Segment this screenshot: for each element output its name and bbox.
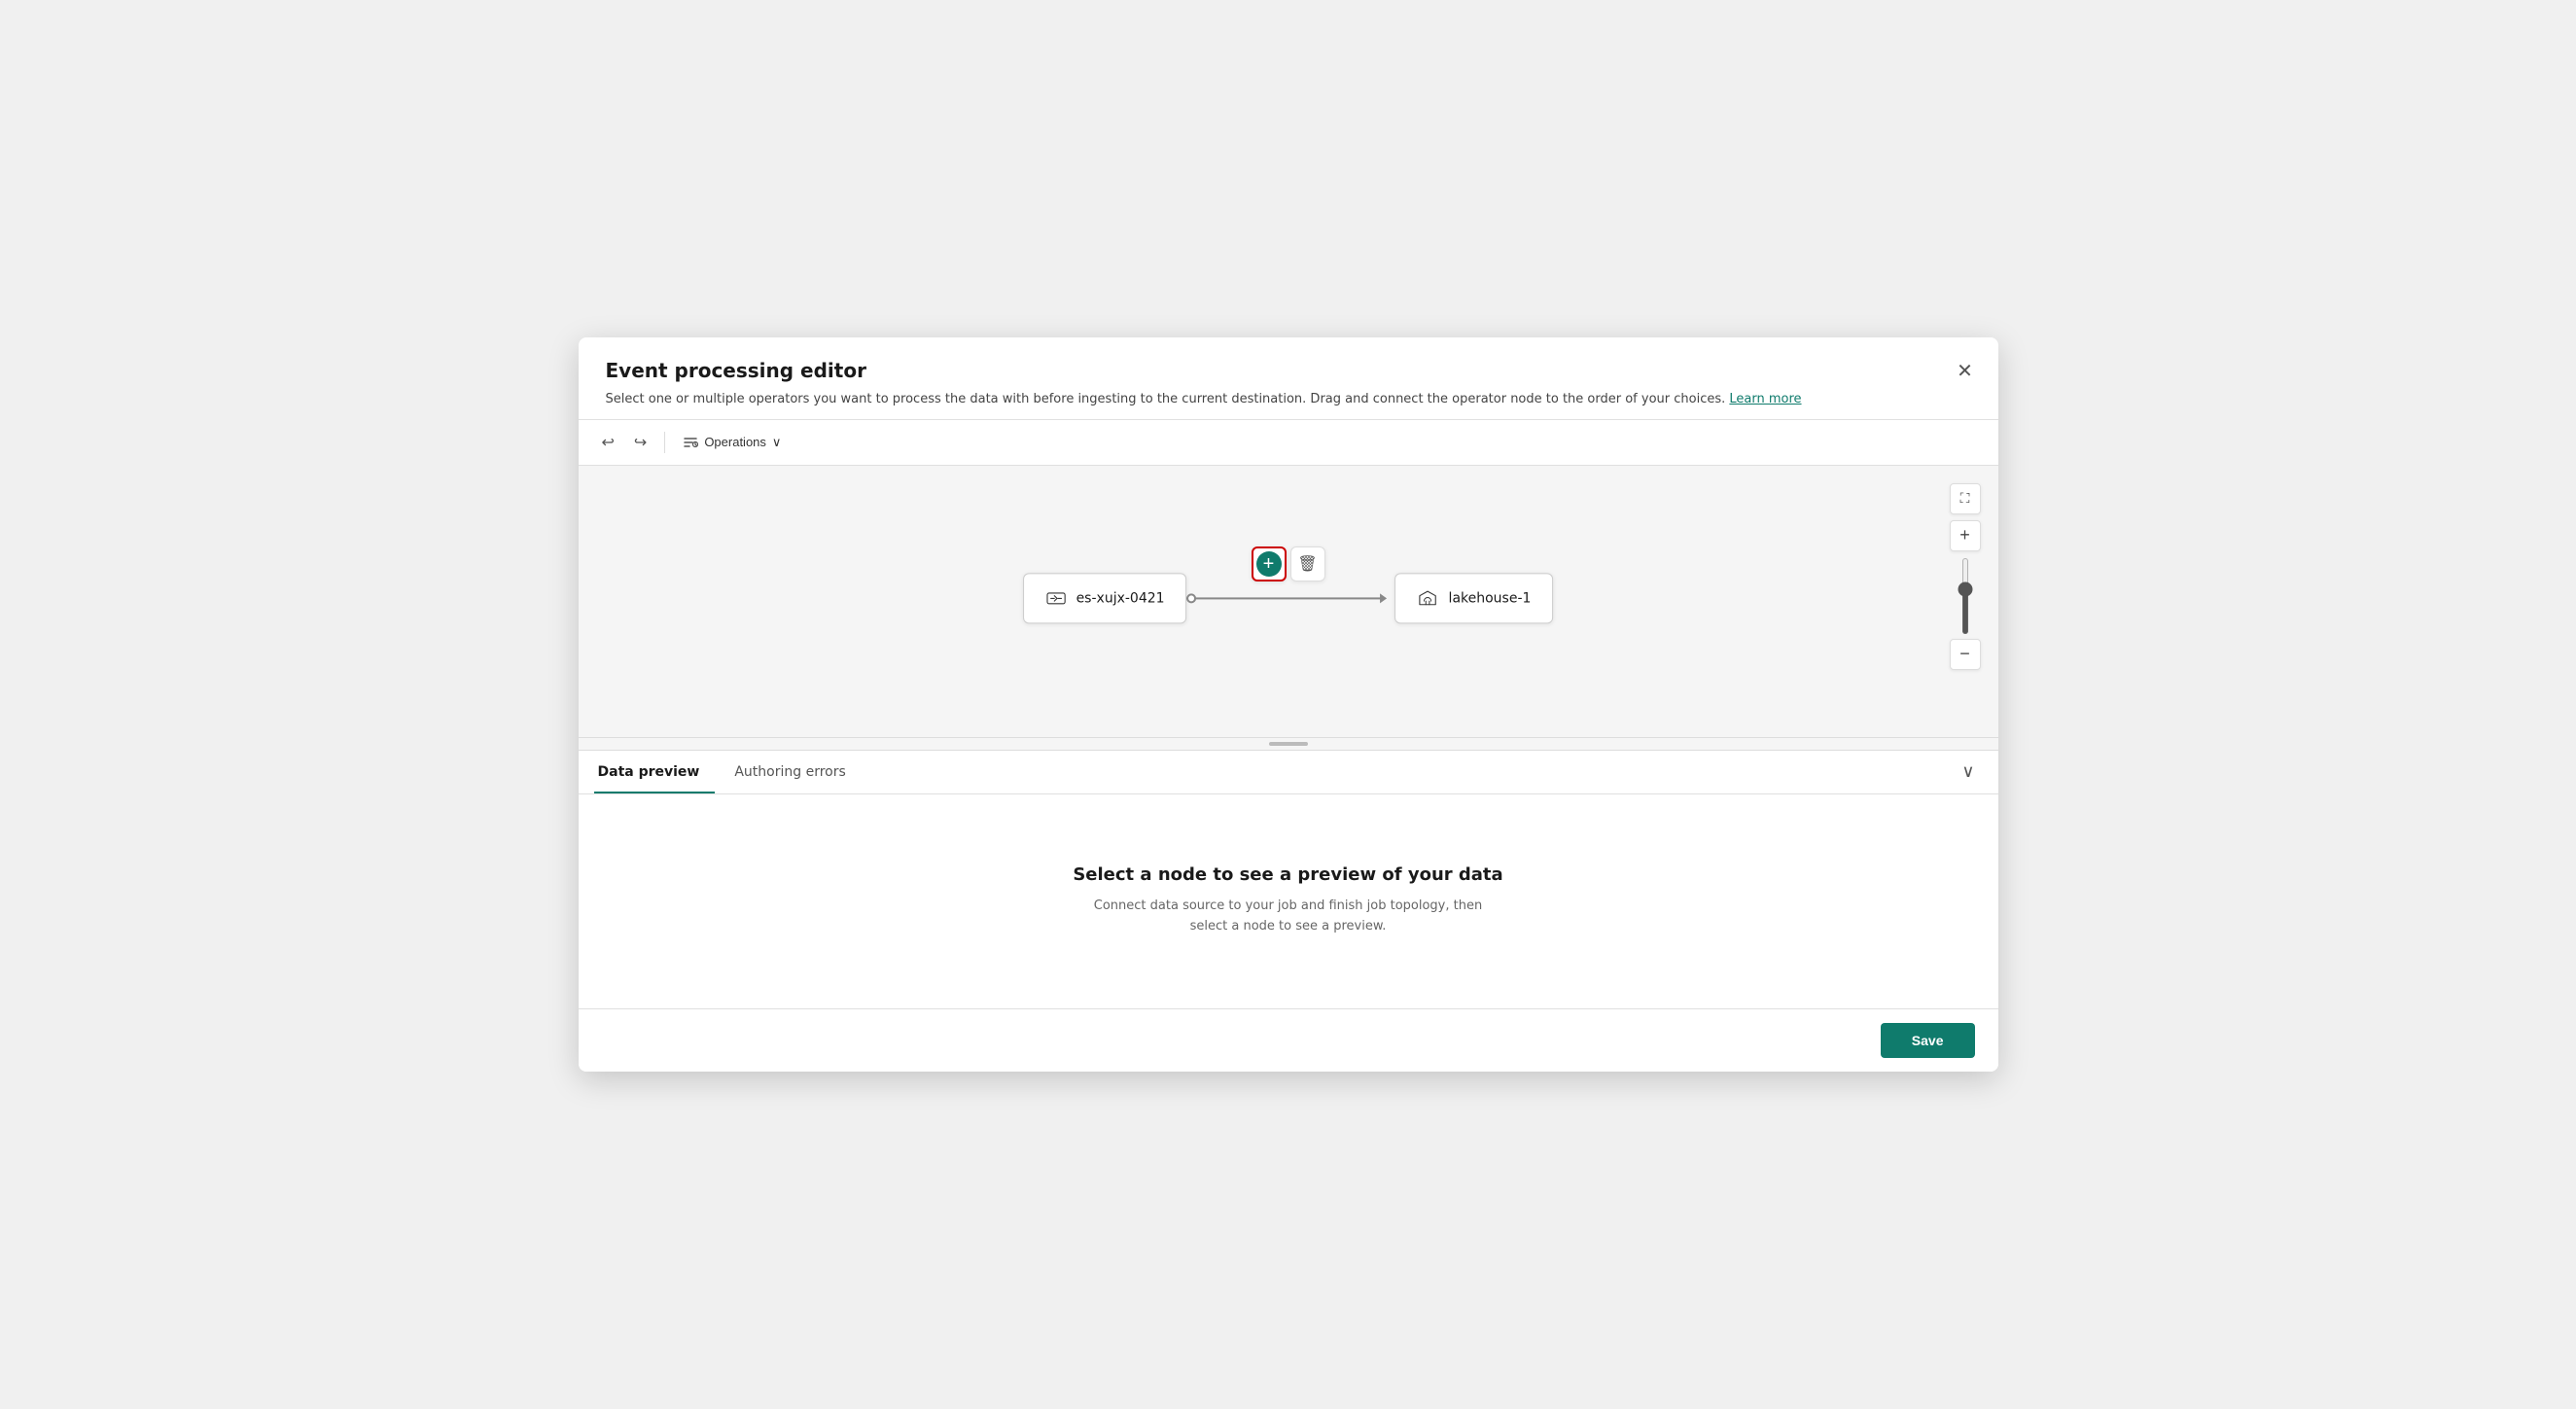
zoom-in-icon: + xyxy=(1959,525,1970,546)
tab-data-preview[interactable]: Data preview xyxy=(594,751,716,793)
add-operator-button[interactable]: + xyxy=(1252,546,1287,581)
preview-desc: Connect data source to your job and fini… xyxy=(1084,897,1493,937)
close-button[interactable]: ✕ xyxy=(1950,355,1981,386)
operations-button[interactable]: Operations ∨ xyxy=(675,430,789,455)
event-processing-modal: Event processing editor Select one or mu… xyxy=(579,337,1998,1072)
preview-area: Select a node to see a preview of your d… xyxy=(579,794,1998,1008)
tab-authoring-errors[interactable]: Authoring errors xyxy=(730,751,861,793)
bottom-panel: Data preview Authoring errors ∨ Select a… xyxy=(579,751,1998,1008)
fit-view-button[interactable]: ⛶ xyxy=(1950,483,1981,514)
toolbar: ↩ ↪ Operations ∨ xyxy=(579,419,1998,466)
modal-subtitle: Select one or multiple operators you wan… xyxy=(606,390,1971,409)
modal-title: Event processing editor xyxy=(606,359,1971,382)
resize-handle[interactable] xyxy=(579,738,1998,751)
operations-icon xyxy=(683,435,698,450)
preview-title: Select a node to see a preview of your d… xyxy=(1073,864,1502,885)
left-connector xyxy=(1187,598,1382,600)
tabs-bar: Data preview Authoring errors ∨ xyxy=(579,751,1998,794)
zoom-slider[interactable] xyxy=(1962,557,1968,635)
mid-action-buttons: + 🗑 xyxy=(1252,546,1325,581)
delete-operator-button[interactable]: 🗑 xyxy=(1290,546,1325,581)
destination-node[interactable]: lakehouse-1 xyxy=(1395,574,1554,624)
eventstream-icon xyxy=(1045,588,1067,610)
modal-header: Event processing editor Select one or mu… xyxy=(579,337,1998,419)
zoom-slider-container xyxy=(1962,557,1968,635)
canvas-area[interactable]: + 🗑 es-xujx-0421 xyxy=(579,466,1998,738)
zoom-out-icon: − xyxy=(1959,644,1970,664)
undo-icon: ↩ xyxy=(602,433,615,452)
undo-button[interactable]: ↩ xyxy=(594,428,622,457)
zoom-out-button[interactable]: − xyxy=(1950,639,1981,670)
delete-icon: 🗑 xyxy=(1297,554,1317,574)
toolbar-divider xyxy=(664,432,665,453)
operations-label: Operations xyxy=(704,435,766,449)
operations-chevron-icon: ∨ xyxy=(772,435,782,450)
fit-icon: ⛶ xyxy=(1960,490,1970,507)
learn-more-link[interactable]: Learn more xyxy=(1729,392,1801,406)
redo-icon: ↪ xyxy=(634,433,647,452)
save-button[interactable]: Save xyxy=(1881,1023,1975,1058)
source-node[interactable]: es-xujx-0421 xyxy=(1023,574,1187,624)
source-node-label: es-xujx-0421 xyxy=(1076,591,1165,607)
redo-button[interactable]: ↪ xyxy=(626,428,654,457)
zoom-controls: ⛶ + − xyxy=(1950,483,1981,672)
add-icon: + xyxy=(1256,551,1282,577)
lakehouse-icon xyxy=(1418,588,1439,610)
resize-handle-bar xyxy=(1269,742,1308,746)
zoom-in-button[interactable]: + xyxy=(1950,520,1981,551)
panel-expand-button[interactable]: ∨ xyxy=(1954,757,1982,786)
destination-node-label: lakehouse-1 xyxy=(1449,591,1532,607)
modal-footer: Save xyxy=(579,1008,1998,1072)
